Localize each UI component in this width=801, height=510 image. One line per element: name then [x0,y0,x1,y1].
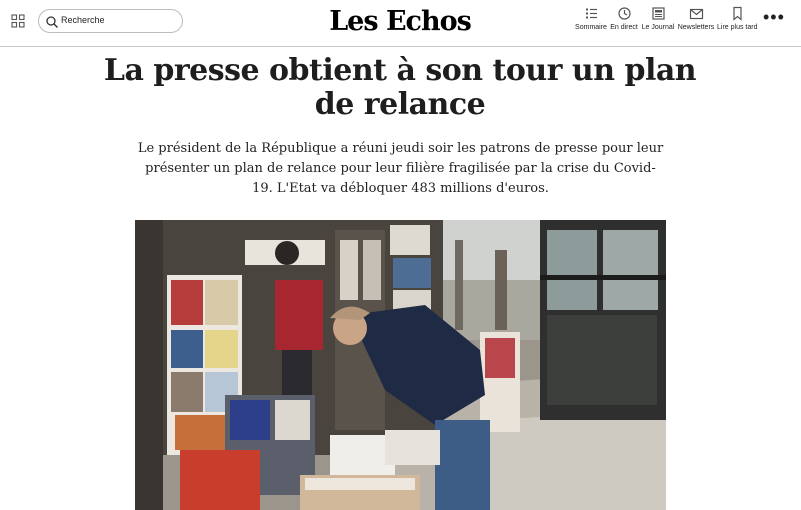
bookmark-icon [732,6,742,21]
top-header: Recherche Les Echos Sommaire En direct L… [0,0,801,47]
search-placeholder: Recherche [61,15,105,25]
nav-label: Sommaire [575,24,607,31]
nav-label: Lire plus tard [717,24,758,31]
nav-lire-plus-tard[interactable]: Lire plus tard [717,6,757,36]
article-photo[interactable] [135,220,666,510]
list-icon [585,8,597,19]
newspaper-icon [651,7,665,20]
search-input[interactable]: Recherche [38,9,183,33]
nav-newsletters[interactable]: Newsletters [677,6,715,36]
nav-label: En direct [610,24,638,31]
nav-le-journal[interactable]: Le Journal [641,6,675,36]
article-lede: Le président de la République a réuni je… [137,141,664,196]
clock-icon [617,7,631,20]
mail-icon [689,8,703,20]
article-title: La presse obtient à son tour un plan de … [103,53,697,122]
search-icon [45,14,59,28]
nav-sommaire[interactable]: Sommaire [573,6,609,36]
nav-label: Newsletters [677,24,715,31]
apps-grid-icon[interactable] [11,13,25,28]
nav-label: Le Journal [641,24,675,31]
site-logo[interactable]: Les Echos [300,4,500,40]
nav-en-direct[interactable]: En direct [609,6,639,36]
more-menu-icon[interactable]: ••• [763,8,784,28]
